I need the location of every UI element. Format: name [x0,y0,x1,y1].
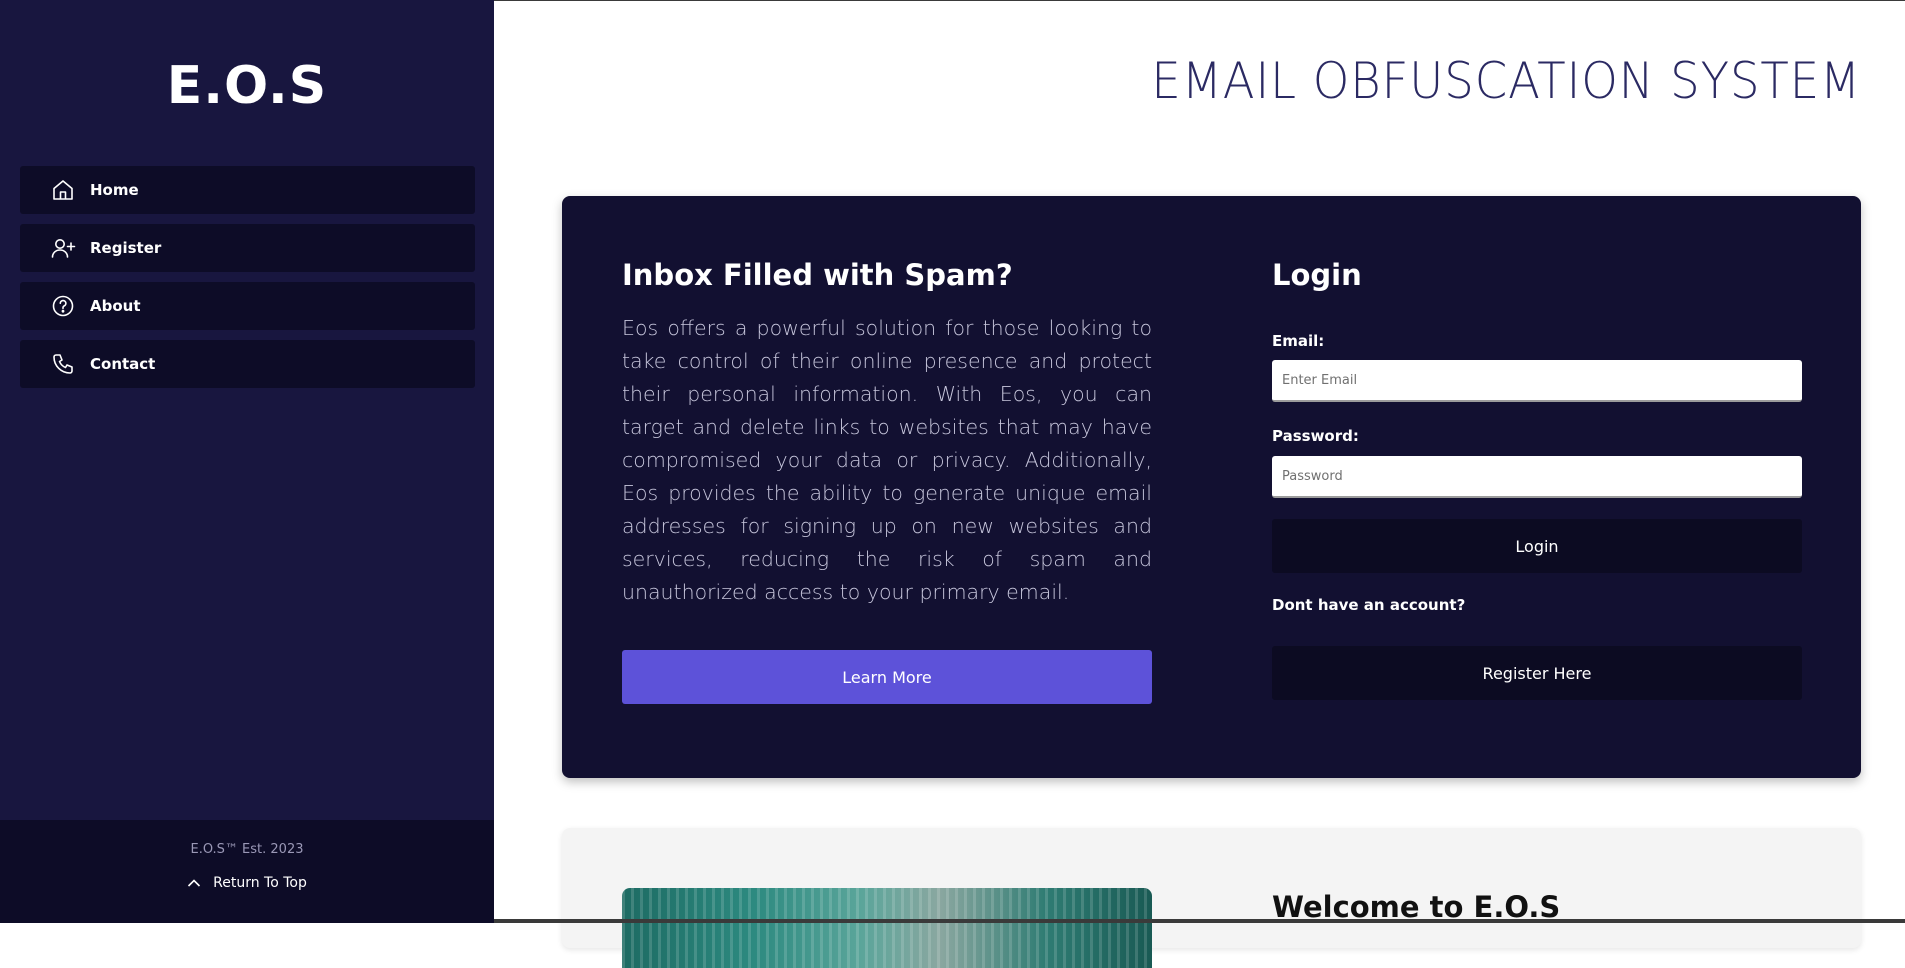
sidebar-item-label: Contact [90,355,156,373]
sidebar-item-label: Home [90,181,139,199]
email-label: Email: [1272,332,1325,350]
learn-more-button[interactable]: Learn More [622,650,1152,704]
no-account-text: Dont have an account? [1272,596,1466,614]
login-button[interactable]: Login [1272,519,1802,573]
hero-description: Eos offers a powerful solution for those… [622,316,1152,604]
sidebar: E.O.S Home Register About Contact E.O.S™… [0,0,494,923]
user-plus-icon [50,235,76,261]
brand-logo[interactable]: E.O.S [0,56,494,116]
sidebar-footer: E.O.S™ Est. 2023 Return To Top [0,820,494,923]
help-circle-icon [50,293,76,319]
sidebar-item-contact[interactable]: Contact [20,340,475,388]
sidebar-item-home[interactable]: Home [20,166,475,214]
sidebar-item-about[interactable]: About [20,282,475,330]
email-field[interactable] [1272,360,1802,402]
login-form: Login Email: Password: Login Dont have a… [1272,258,1802,700]
welcome-card: Welcome to E.O.S [562,828,1861,968]
sidebar-item-label: About [90,297,141,315]
hero-heading: Inbox Filled with Spam? [622,258,1013,292]
horizontal-scrollbar[interactable] [494,919,1905,923]
chevron-up-icon [188,879,201,887]
register-here-button[interactable]: Register Here [1272,646,1802,700]
copyright-text: E.O.S™ Est. 2023 [190,842,304,857]
sidebar-item-label: Register [90,239,162,257]
hero-card: Inbox Filled with Spam? Eos offers a pow… [562,196,1861,778]
page-title: EMAIL OBFUSCATION SYSTEM [1151,52,1861,110]
password-field[interactable] [1272,456,1802,498]
phone-icon [50,351,76,377]
circuit-board-image [622,888,1152,968]
login-heading: Login [1272,258,1362,292]
sidebar-item-register[interactable]: Register [20,224,475,272]
top-divider [494,0,1905,1]
return-to-top-link[interactable]: Return To Top [0,875,494,891]
return-to-top-label: Return To Top [213,875,307,891]
sidebar-nav: Home Register About Contact [20,166,475,398]
home-icon [50,177,76,203]
password-label: Password: [1272,427,1359,445]
